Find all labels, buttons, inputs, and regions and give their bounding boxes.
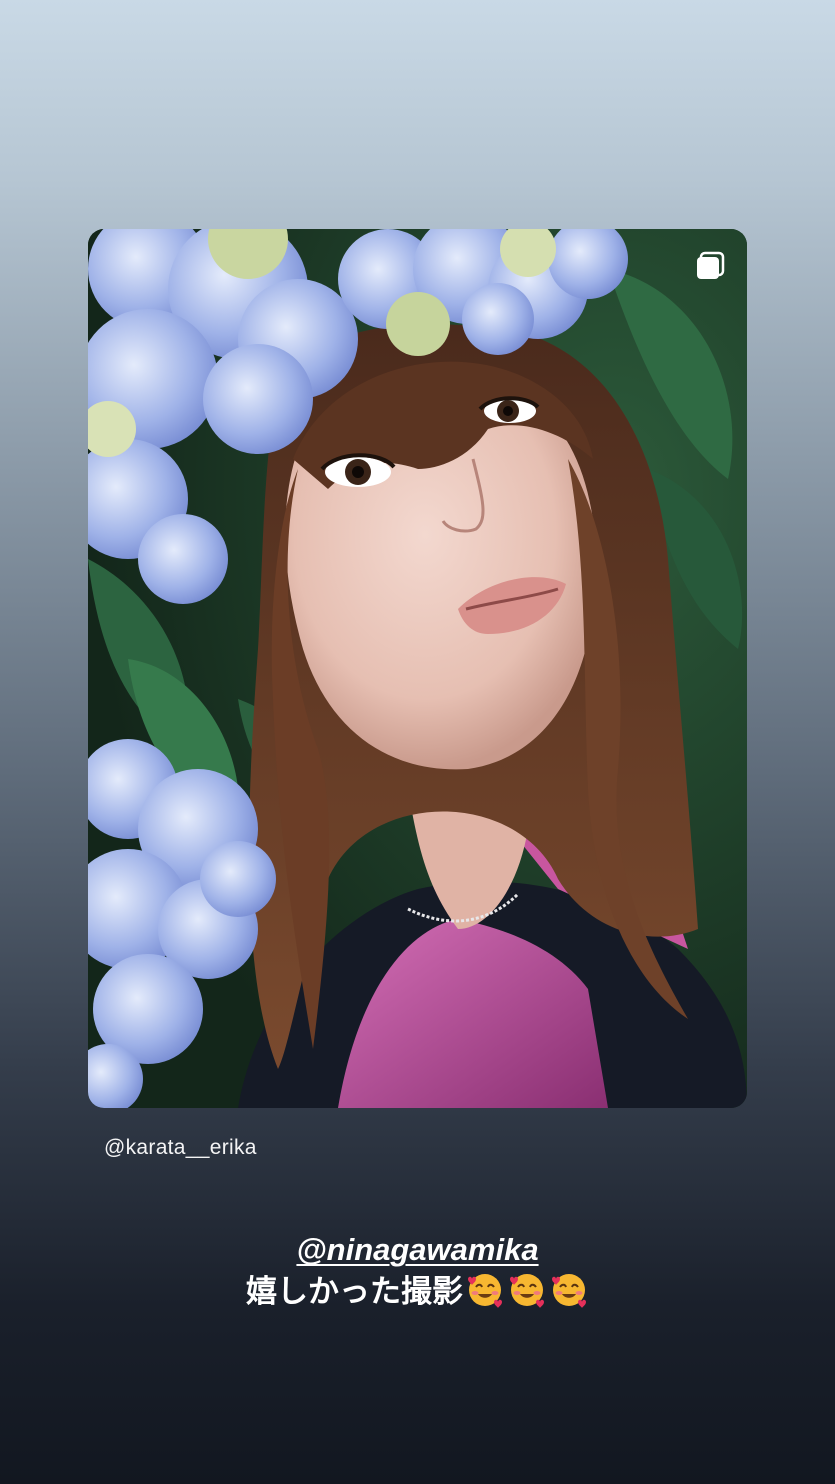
caption-text: 嬉しかった撮影 [246, 1274, 463, 1309]
mention-link[interactable]: @ninagawamika [296, 1232, 538, 1267]
smiling-face-with-hearts-icon [510, 1273, 544, 1308]
smiling-face-with-hearts-icon [552, 1273, 586, 1308]
smiling-face-with-hearts-icon [468, 1273, 502, 1308]
caption-mention[interactable]: @ninagawamika [0, 1232, 835, 1268]
caption-text-line: 嬉しかった撮影 [0, 1266, 835, 1311]
post-photo [88, 229, 747, 1108]
shared-post-card[interactable] [88, 229, 747, 1108]
post-author-username[interactable]: @karata__erika [104, 1136, 257, 1160]
story-screen: { "story": { "shared_post": { "author": … [0, 0, 835, 1484]
multiple-photos-icon [697, 251, 725, 279]
